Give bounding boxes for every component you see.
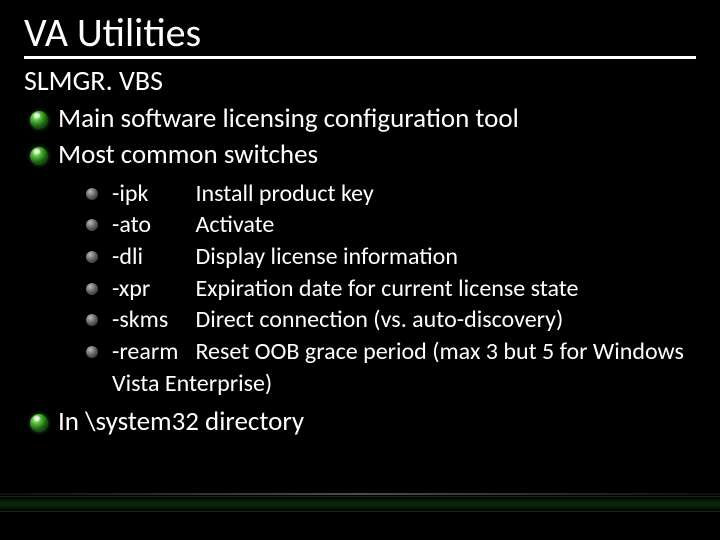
switch-item: -ato Activate bbox=[86, 209, 696, 241]
slide: VA Utilities SLMGR. VBS Main software li… bbox=[0, 0, 720, 540]
bullet-dot-icon bbox=[86, 346, 98, 358]
bullet-item: Main software licensing configuration to… bbox=[24, 102, 696, 136]
switch-flag: -dli bbox=[112, 241, 190, 273]
bullet-text: In \system32 directory bbox=[58, 405, 304, 438]
footer-decoration bbox=[0, 496, 720, 512]
bullet-dot-icon bbox=[86, 251, 98, 263]
bullet-dot-icon bbox=[86, 314, 98, 326]
switch-desc: Direct connection (vs. auto-discovery) bbox=[195, 305, 563, 334]
bullet-item: In \system32 directory bbox=[24, 405, 696, 439]
switch-flag: -rearm bbox=[112, 336, 190, 368]
bullet-orb-icon bbox=[30, 111, 48, 129]
switch-flag: -ato bbox=[112, 209, 190, 241]
switch-desc: Activate bbox=[195, 210, 274, 239]
switch-desc: Display license information bbox=[195, 242, 458, 271]
bullet-dot-icon bbox=[86, 283, 98, 295]
slide-title: VA Utilities bbox=[24, 12, 696, 59]
switch-desc: Install product key bbox=[195, 179, 373, 208]
bullet-dot-icon bbox=[86, 188, 98, 200]
switch-flag: -xpr bbox=[112, 273, 190, 305]
switch-item: -skms Direct connection (vs. auto-discov… bbox=[86, 304, 696, 336]
bullet-orb-icon bbox=[30, 147, 48, 165]
bullet-item: Most common switches bbox=[24, 138, 696, 172]
switch-item: -xpr Expiration date for current license… bbox=[86, 273, 696, 305]
switch-list: -ipk Install product key -ato Activate -… bbox=[24, 178, 696, 400]
switch-desc: Reset OOB grace period (max 3 but 5 for … bbox=[112, 337, 684, 398]
bullet-dot-icon bbox=[86, 219, 98, 231]
switch-desc: Expiration date for current license stat… bbox=[195, 274, 578, 303]
switch-item: -rearm Reset OOB grace period (max 3 but… bbox=[86, 336, 696, 399]
bullet-list: Main software licensing configuration to… bbox=[24, 102, 696, 439]
bullet-text: Main software licensing configuration to… bbox=[58, 102, 519, 135]
switch-flag: -skms bbox=[112, 304, 190, 336]
switch-item: -dli Display license information bbox=[86, 241, 696, 273]
bullet-text: Most common switches bbox=[58, 138, 318, 171]
slide-subtitle: SLMGR. VBS bbox=[24, 63, 696, 98]
switch-flag: -ipk bbox=[112, 178, 190, 210]
switch-item: -ipk Install product key bbox=[86, 178, 696, 210]
bullet-orb-icon bbox=[30, 414, 48, 432]
